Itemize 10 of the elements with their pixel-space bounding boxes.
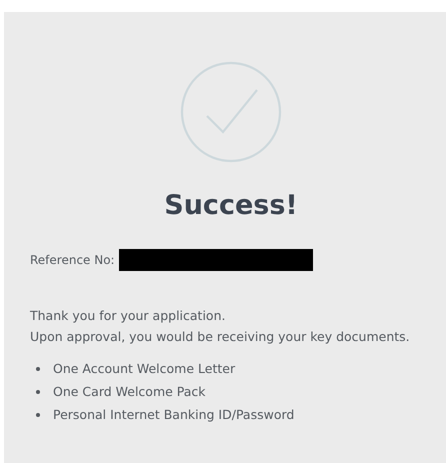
- message-text: Thank you for your application. Upon approval, you would be receiving your key documents.: [30, 307, 410, 346]
- document-item: Personal Internet Banking ID/Password: [53, 406, 294, 424]
- bullet-icon: [36, 390, 40, 394]
- document-item: One Card Welcome Pack: [53, 383, 206, 401]
- checkmark-circle-icon: [179, 60, 283, 164]
- reference-label: Reference No:: [30, 253, 115, 267]
- bullet-icon: [36, 412, 40, 416]
- bullet-icon: [36, 366, 40, 370]
- document-item: One Account Welcome Letter: [53, 360, 236, 378]
- success-heading: Success!: [163, 190, 299, 221]
